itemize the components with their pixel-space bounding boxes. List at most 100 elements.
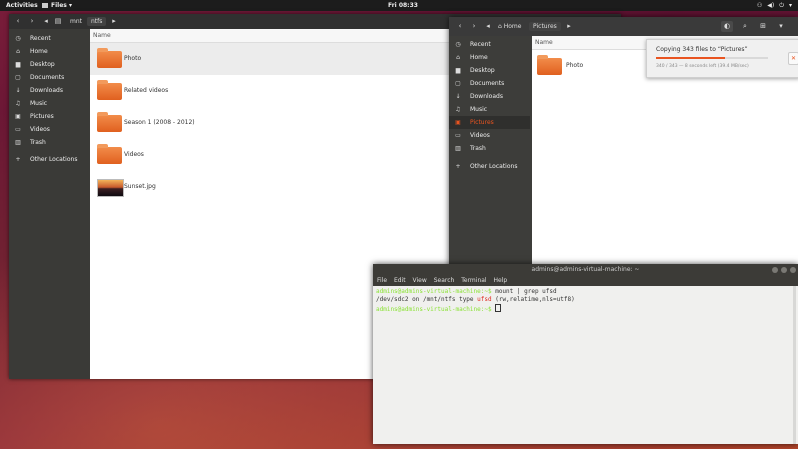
home-icon: ⌂ <box>456 54 460 61</box>
sidebar-item-other-locations[interactable]: + Other Locations <box>449 160 530 173</box>
folder-icon <box>537 55 562 75</box>
sidebar-item-pictures[interactable]: ▣ Pictures <box>9 110 90 123</box>
minimize-icon[interactable] <box>772 267 778 273</box>
sidebar-item-downloads[interactable]: ↓ Downloads <box>449 90 530 103</box>
sidebar-item-label: Recent <box>30 35 51 42</box>
sidebar-item-home[interactable]: ⌂ Home <box>449 51 530 64</box>
breadcrumb-mnt[interactable]: mnt <box>66 17 86 26</box>
sidebar-item-trash[interactable]: ▥ Trash <box>9 136 90 149</box>
sidebar-item-recent[interactable]: ◷ Recent <box>449 38 530 51</box>
output-highlight: ufsd <box>477 296 492 303</box>
menu-help[interactable]: Help <box>494 277 508 284</box>
back-icon[interactable]: ‹ <box>454 21 466 32</box>
cancel-operation-button[interactable]: ✕ <box>788 52 798 65</box>
terminal-output[interactable]: admins@admins-virtual-machine:~$ mount |… <box>373 286 798 444</box>
document-icon: ▢ <box>455 80 461 87</box>
column-label: Name <box>93 32 111 39</box>
maximize-icon[interactable] <box>781 267 787 273</box>
search-icon[interactable]: ⌕ <box>739 21 751 32</box>
path-right-icon[interactable]: ▸ <box>563 21 575 32</box>
app-menu-label: Files ▾ <box>51 2 72 9</box>
sidebar-item-label: Music <box>30 100 48 107</box>
path-left-icon[interactable]: ◂ <box>40 17 52 26</box>
sidebar-item-label: Trash <box>30 139 46 146</box>
sidebar-item-desktop[interactable]: ▆ Desktop <box>9 58 90 71</box>
sidebar-item-label: Pictures <box>30 113 54 120</box>
desktop-icon: ▆ <box>455 67 461 74</box>
sidebar-item-label: Documents <box>30 74 65 81</box>
path-left-icon[interactable]: ◂ <box>482 21 494 32</box>
menu-search[interactable]: Search <box>434 277 455 284</box>
sidebar-item-pictures[interactable]: ▣ Pictures <box>449 116 530 129</box>
menu-view[interactable]: View <box>413 277 427 284</box>
terminal-prompt: admins@admins-virtual-machine:~$ <box>376 306 492 313</box>
progress-pie-icon[interactable]: ◐ <box>721 21 733 32</box>
sidebar-item-documents[interactable]: ▢ Documents <box>449 77 530 90</box>
sidebar-item-label: Other Locations <box>470 163 518 170</box>
app-menu[interactable]: Files ▾ <box>42 0 72 11</box>
terminal-command: mount | grep ufsd <box>491 288 557 295</box>
grid-view-icon[interactable]: ⊞ <box>757 21 769 32</box>
home-icon: ⌂ <box>16 48 20 55</box>
terminal-window: admins@admins-virtual-machine: ~ File Ed… <box>373 264 798 444</box>
download-icon: ↓ <box>15 87 21 94</box>
sidebar-item-music[interactable]: ♫ Music <box>449 103 530 116</box>
view-options-icon[interactable]: ▾ <box>775 21 787 32</box>
menu-terminal[interactable]: Terminal <box>461 277 486 284</box>
clock-icon: ◷ <box>15 35 21 42</box>
sidebar-item-other-locations[interactable]: + Other Locations <box>9 153 90 166</box>
camera-icon: ▣ <box>455 119 461 126</box>
video-icon: ▭ <box>15 126 21 133</box>
output-text: /dev/sdc2 on /mnt/ntfs type <box>376 296 478 303</box>
drive-icon[interactable]: ▤ <box>52 17 64 26</box>
path-right-icon[interactable]: ▸ <box>108 17 120 26</box>
terminal-scrollbar[interactable] <box>793 286 796 444</box>
folder-icon <box>97 144 122 164</box>
camera-icon: ▣ <box>15 113 21 120</box>
back-icon[interactable]: ‹ <box>12 17 24 26</box>
menu-file[interactable]: File <box>377 277 387 284</box>
sidebar-item-trash[interactable]: ▥ Trash <box>449 142 530 155</box>
sidebar-item-label: Desktop <box>30 61 55 68</box>
sidebar-item-videos[interactable]: ▭ Videos <box>449 129 530 142</box>
plus-icon: + <box>15 156 21 163</box>
file-name: Sunset.jpg <box>124 183 156 190</box>
activities-button[interactable]: Activities <box>6 0 38 11</box>
sidebar-item-label: Trash <box>470 145 486 152</box>
breadcrumb-home[interactable]: ⌂ Home <box>494 22 525 31</box>
column-label: Name <box>535 39 553 46</box>
breadcrumb-pictures[interactable]: Pictures <box>529 22 561 31</box>
sidebar: ◷ Recent ⌂ Home ▆ Desktop ▢ Documents ↓ Downl… <box>9 29 90 379</box>
sidebar-item-videos[interactable]: ▭ Videos <box>9 123 90 136</box>
close-icon[interactable] <box>790 267 796 273</box>
breadcrumb-ntfs[interactable]: ntfs <box>87 17 107 26</box>
forward-icon[interactable]: › <box>26 17 38 26</box>
folder-icon <box>97 80 122 100</box>
power-icon: ⏻ <box>779 2 784 9</box>
sidebar-item-home[interactable]: ⌂ Home <box>9 45 90 58</box>
music-icon: ♫ <box>15 100 21 107</box>
forward-icon[interactable]: › <box>468 21 480 32</box>
file-name: Photo <box>566 62 584 69</box>
sidebar-item-documents[interactable]: ▢ Documents <box>9 71 90 84</box>
trash-icon: ▥ <box>455 145 461 152</box>
status-area[interactable]: ⚇ ◀) ⏻ ▾ <box>752 0 792 11</box>
terminal-line: admins@admins-virtual-machine:~$ <box>376 304 795 313</box>
clock[interactable]: Fri 08:33 <box>388 0 418 11</box>
operation-title: Copying 343 files to “Pictures” <box>656 46 748 53</box>
sidebar-item-recent[interactable]: ◷ Recent <box>9 32 90 45</box>
operation-status: 340 / 343 — 8 seconds left (39.4 MB/sec) <box>656 64 749 69</box>
menu-edit[interactable]: Edit <box>394 277 406 284</box>
sidebar-item-desktop[interactable]: ▆ Desktop <box>449 64 530 77</box>
terminal-line: /dev/sdc2 on /mnt/ntfs type ufsd (rw,rel… <box>376 296 795 304</box>
breadcrumb-home-label: Home <box>503 23 522 30</box>
network-icon: ⚇ <box>756 2 763 9</box>
folder-icon <box>97 112 122 132</box>
sidebar-item-label: Downloads <box>30 87 63 94</box>
file-name: Videos <box>124 151 144 158</box>
sidebar-item-music[interactable]: ♫ Music <box>9 97 90 110</box>
sidebar-item-label: Documents <box>470 80 505 87</box>
top-bar: Activities Files ▾ Fri 08:33 ⚇ ◀) ⏻ ▾ <box>0 0 798 11</box>
sidebar-item-downloads[interactable]: ↓ Downloads <box>9 84 90 97</box>
sidebar-item-label: Home <box>470 54 488 61</box>
